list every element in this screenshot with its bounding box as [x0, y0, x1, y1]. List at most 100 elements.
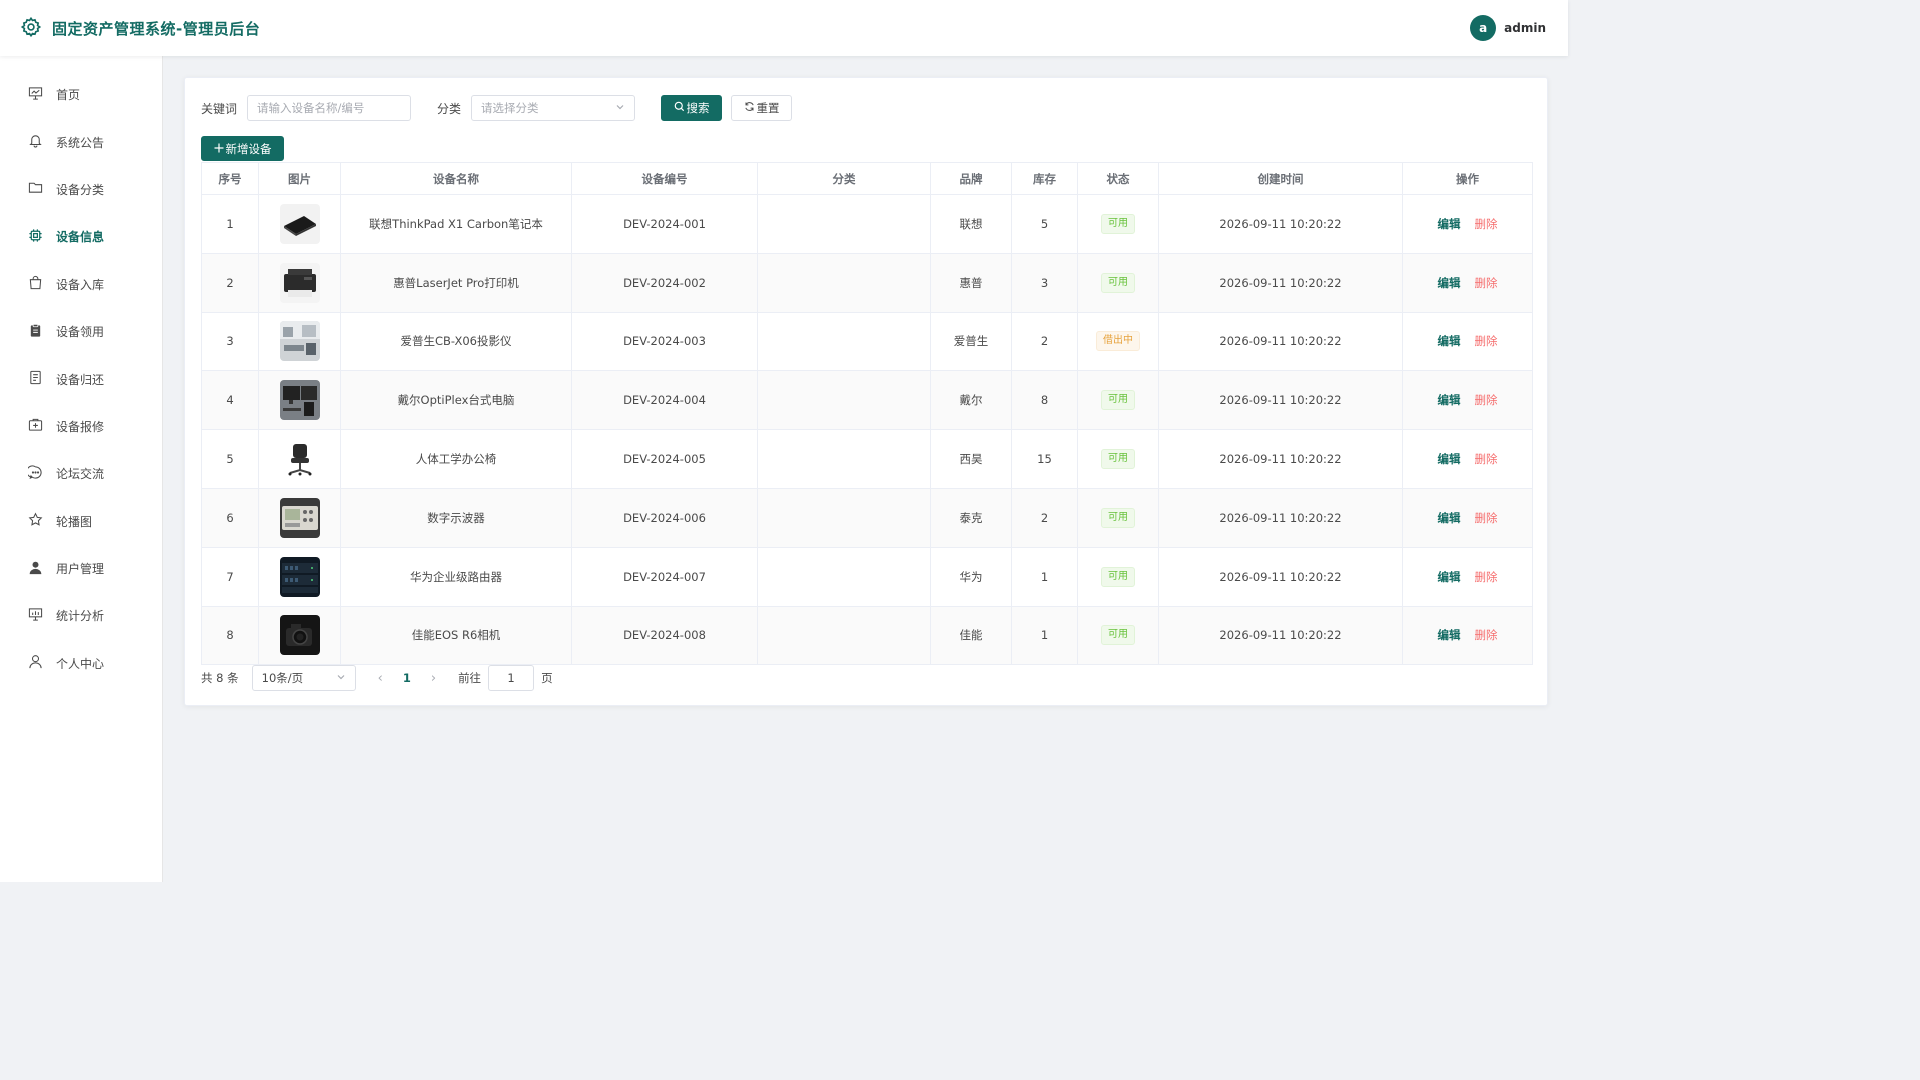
bell-icon — [28, 133, 43, 151]
sidebar-item-6[interactable]: 设备归还 — [0, 355, 162, 402]
device-status: 可用 — [1077, 194, 1159, 254]
device-code: DEV-2024-008 — [571, 605, 758, 666]
folder-icon — [28, 180, 43, 198]
delete-button[interactable]: 删除 — [1475, 452, 1498, 466]
status-badge: 可用 — [1101, 566, 1135, 587]
column-header: 设备名称 — [340, 162, 572, 195]
presentation-board-icon — [28, 86, 43, 104]
reset-button-label: 重置 — [756, 101, 780, 115]
edit-button[interactable]: 编辑 — [1438, 452, 1461, 466]
sidebar-item-5[interactable]: 设备领用 — [0, 308, 162, 355]
sidebar-item-label: 用户管理 — [56, 562, 105, 577]
sidebar-item-2[interactable]: 设备分类 — [0, 166, 162, 213]
delete-button[interactable]: 删除 — [1475, 570, 1498, 584]
row-image — [258, 370, 341, 431]
sidebar-item-9[interactable]: 轮播图 — [0, 498, 162, 545]
main-card: 关键词 请输入设备名称/编号 分类 请选择分类 搜索 重置 新增设备 序号 图片… — [184, 77, 1548, 706]
device-brand: 联想 — [930, 194, 1012, 254]
user-filled-icon — [28, 560, 43, 578]
table-row: 7 华为企业级路由器 DEV-2024-007 华为 1 可用 2026-09-11 10:… — [201, 546, 1533, 607]
sidebar-item-12[interactable]: 个人中心 — [0, 640, 162, 687]
row-index: 1 — [201, 194, 259, 254]
device-thumbnail[interactable] — [279, 203, 320, 244]
status-badge: 可用 — [1101, 213, 1135, 234]
table-row: 4 戴尔OptiPlex台式电脑 DEV-2024-004 戴尔 8 可用 2026-09-… — [201, 370, 1533, 431]
sidebar-item-4[interactable]: 设备入库 — [0, 261, 162, 308]
sidebar-item-8[interactable]: 论坛交流 — [0, 450, 162, 497]
row-actions: 编辑 删除 — [1402, 370, 1533, 431]
device-thumbnail[interactable] — [279, 615, 320, 656]
username[interactable]: admin — [1504, 21, 1546, 35]
device-name: 华为企业级路由器 — [340, 546, 572, 607]
sidebar-item-0[interactable]: 首页 — [0, 71, 162, 118]
category-label: 分类 — [437, 101, 462, 116]
device-status: 可用 — [1077, 546, 1159, 607]
add-device-label: 新增设备 — [225, 141, 272, 156]
delete-button[interactable]: 删除 — [1475, 393, 1498, 407]
sidebar-item-label: 个人中心 — [56, 656, 105, 671]
device-name: 数字示波器 — [340, 487, 572, 548]
edit-button[interactable]: 编辑 — [1438, 628, 1461, 642]
search-button[interactable]: 搜索 — [661, 95, 723, 121]
delete-button[interactable]: 删除 — [1475, 217, 1498, 231]
page-size-select[interactable]: 10条/页 — [251, 665, 356, 691]
edit-button[interactable]: 编辑 — [1438, 393, 1461, 407]
device-brand: 爱普生 — [930, 311, 1012, 372]
edit-button[interactable]: 编辑 — [1438, 511, 1461, 525]
device-thumbnail[interactable] — [279, 380, 320, 421]
delete-button[interactable]: 删除 — [1475, 628, 1498, 642]
delete-button[interactable]: 删除 — [1475, 511, 1498, 525]
delete-button[interactable]: 删除 — [1475, 276, 1498, 290]
sidebar-item-label: 设备归还 — [56, 372, 105, 387]
device-thumbnail[interactable] — [279, 497, 320, 538]
device-code: DEV-2024-003 — [571, 311, 758, 372]
row-image — [258, 252, 341, 313]
prev-page-icon[interactable]: ‹ — [378, 671, 383, 686]
row-index: 2 — [201, 252, 259, 313]
device-category — [757, 370, 931, 431]
page-number-current[interactable]: 1 — [403, 671, 411, 685]
created-time: 2026-09-11 10:20:22 — [1158, 429, 1403, 489]
sidebar-item-11[interactable]: 统计分析 — [0, 592, 162, 639]
column-header: 创建时间 — [1158, 162, 1403, 195]
category-select[interactable]: 请选择分类 — [471, 95, 636, 121]
device-thumbnail[interactable] — [279, 321, 320, 362]
device-status: 可用 — [1077, 429, 1159, 489]
keyword-input[interactable]: 请输入设备名称/编号 — [247, 95, 412, 121]
user-menu[interactable]: a admin — [1470, 15, 1546, 41]
created-time: 2026-09-11 10:20:22 — [1158, 546, 1403, 607]
avatar[interactable]: a — [1470, 15, 1497, 41]
sidebar-item-7[interactable]: 设备报修 — [0, 403, 162, 450]
device-code: DEV-2024-007 — [571, 546, 758, 607]
edit-button[interactable]: 编辑 — [1438, 217, 1461, 231]
search-bar: 关键词 请输入设备名称/编号 分类 请选择分类 搜索 重置 — [201, 95, 793, 121]
sidebar-item-10[interactable]: 用户管理 — [0, 545, 162, 592]
device-category — [757, 487, 931, 548]
search-button-label: 搜索 — [686, 101, 710, 115]
row-index: 7 — [201, 546, 259, 607]
column-header: 序号 — [201, 162, 259, 195]
edit-button[interactable]: 编辑 — [1438, 334, 1461, 348]
device-category — [757, 252, 931, 313]
device-name: 戴尔OptiPlex台式电脑 — [340, 370, 572, 431]
device-thumbnail[interactable] — [279, 439, 320, 480]
sidebar-item-3[interactable]: 设备信息 — [0, 213, 162, 260]
row-actions: 编辑 删除 — [1402, 429, 1533, 489]
add-device-button[interactable]: 新增设备 — [201, 136, 284, 161]
edit-button[interactable]: 编辑 — [1438, 570, 1461, 584]
row-image — [258, 311, 341, 372]
column-header: 分类 — [757, 162, 931, 195]
reset-button[interactable]: 重置 — [731, 95, 793, 121]
row-image — [258, 194, 341, 254]
table-row: 5 人体工学办公椅 DEV-2024-005 西昊 15 可用 2026-09-11 10:… — [201, 429, 1533, 489]
delete-button[interactable]: 删除 — [1475, 334, 1498, 348]
next-page-icon[interactable]: › — [431, 671, 436, 686]
keyword-placeholder: 请输入设备名称/编号 — [257, 101, 365, 115]
device-thumbnail[interactable] — [279, 262, 320, 303]
search-icon — [674, 101, 685, 115]
device-thumbnail[interactable] — [279, 556, 320, 597]
edit-button[interactable]: 编辑 — [1438, 276, 1461, 290]
sidebar-item-label: 系统公告 — [56, 135, 105, 150]
goto-page-input[interactable]: 1 — [488, 665, 535, 691]
sidebar-item-1[interactable]: 系统公告 — [0, 118, 162, 165]
